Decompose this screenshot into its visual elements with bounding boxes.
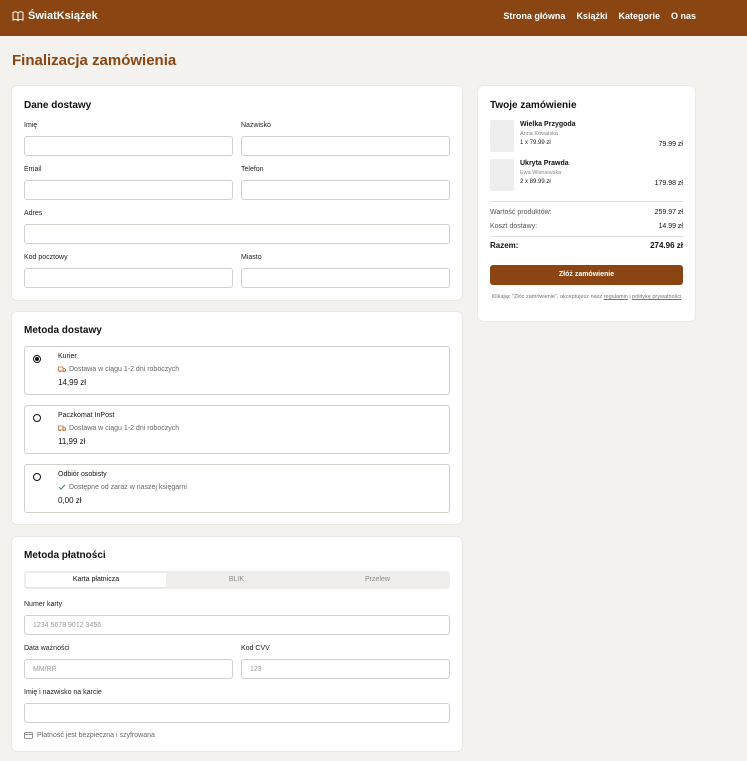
total-amount: 274.96 zł	[650, 241, 683, 250]
check-icon	[58, 484, 66, 490]
page-title: Finalizacja zamówienia	[12, 52, 177, 69]
first-name-input[interactable]	[24, 136, 233, 156]
book-icon	[12, 11, 24, 22]
shipping-option-desc-row: Dostępne od zaraz w naszej księgarni	[58, 483, 187, 491]
logo-text: ŚwiatKsiążek	[28, 10, 98, 22]
shipping-option-desc-row: Dostawa w ciągu 1-2 dni roboczych	[58, 365, 179, 373]
shipping-title: Metoda dostawy	[24, 325, 102, 336]
top-navbar: ŚwiatKsiążek Strona główna Książki Kateg…	[0, 0, 747, 36]
address-label: Adres	[24, 210, 43, 217]
shipping-option-pickup[interactable]: Odbiór osobisty Dostępne od zaraz w nasz…	[24, 464, 450, 513]
shipping-option-name: Odbiór osobisty	[58, 471, 107, 478]
nav-link-home[interactable]: Strona główna	[503, 11, 565, 21]
secure-note-text: Płatność jest bezpieczna i szyfrowana	[37, 732, 155, 739]
shipping-option-courier[interactable]: Kurier Dostawa w ciągu 1-2 dni roboczych…	[24, 346, 450, 395]
secure-payment-note: Płatność jest bezpieczna i szyfrowana	[24, 732, 155, 739]
truck-icon	[58, 425, 66, 432]
payment-title: Metoda płatności	[24, 550, 106, 561]
order-item-title: Wielka Przygoda	[520, 121, 576, 128]
shipping-option-price: 11,99 zł	[58, 437, 86, 446]
postal-code-input[interactable]	[24, 268, 233, 288]
phone-label: Telefon	[241, 166, 264, 173]
shipping-option-parcel-locker[interactable]: Paczkomat InPost Dostawa w ciągu 1-2 dni…	[24, 405, 450, 454]
last-name-input[interactable]	[241, 136, 450, 156]
products-value-amount: 259.97 zł	[654, 209, 683, 216]
truck-icon	[58, 366, 66, 373]
nav-link-books[interactable]: Książki	[576, 11, 607, 21]
shipping-cost-row: Koszt dostawy: 14.99 zł	[490, 223, 683, 230]
order-item-title: Ukryta Prawda	[520, 160, 569, 167]
site-logo[interactable]: ŚwiatKsiążek	[12, 10, 98, 22]
last-name-label: Nazwisko	[241, 122, 271, 129]
terms-and: i	[629, 294, 631, 300]
first-name-label: Imię	[24, 122, 38, 129]
card-number-label: Numer karty	[24, 601, 63, 608]
radio-unselected-icon[interactable]	[33, 414, 41, 422]
credit-card-icon	[24, 732, 33, 739]
email-label: Email	[24, 166, 42, 173]
cardholder-name-label: Imię i nazwisko na karcie	[24, 689, 102, 696]
order-item-price: 79.99 zł	[658, 141, 683, 148]
shipping-option-price: 0,00 zł	[58, 496, 82, 505]
order-title: Twoje zamówienie	[490, 100, 577, 111]
postal-code-label: Kod pocztowy	[24, 254, 68, 261]
order-summary-card: Twoje zamówienie Wielka Przygoda Anna Ko…	[478, 86, 695, 321]
shipping-option-desc: Dostępne od zaraz w naszej księgarni	[69, 483, 187, 491]
address-input[interactable]	[24, 224, 450, 244]
shipping-option-price: 14,99 zł	[58, 378, 87, 387]
summary-divider	[490, 236, 683, 237]
order-item-quantity: 1 x 79.99 zł	[520, 140, 551, 146]
products-value-label: Wartość produktów:	[490, 209, 552, 216]
total-row: Razem: 274.96 zł	[490, 241, 683, 250]
order-item-price: 179.98 zł	[654, 180, 683, 187]
radio-unselected-icon[interactable]	[33, 473, 41, 481]
shipping-option-desc: Dostawa w ciągu 1-2 dni roboczych	[69, 365, 180, 373]
tab-card[interactable]: Karta płatnicza	[26, 573, 166, 587]
shipping-option-desc: Dostawa w ciągu 1-2 dni roboczych	[69, 424, 180, 432]
summary-divider	[490, 201, 683, 202]
phone-input[interactable]	[241, 180, 450, 200]
shipping-cost-label: Koszt dostawy:	[490, 223, 538, 230]
total-label: Razem:	[490, 241, 519, 250]
order-item: Ukryta Prawda Ewa Wiśniewska 2 x 89.99 z…	[490, 159, 683, 191]
expiry-label: Data ważności	[24, 645, 70, 652]
order-item-author: Anna Kowalska	[520, 131, 558, 137]
cvv-input[interactable]: 123	[241, 659, 450, 679]
terms-note: Klikając "Złóż zamówienie", akceptujesz …	[490, 293, 683, 301]
place-order-button[interactable]: Złóż zamówienie	[490, 265, 683, 285]
shipping-card: Metoda dostawy Kurier Dostawa w ciągu 1-…	[12, 312, 462, 524]
order-item-quantity: 2 x 89.99 zł	[520, 179, 551, 185]
nav-link-categories[interactable]: Kategorie	[618, 11, 660, 21]
city-input[interactable]	[241, 268, 450, 288]
order-item: Wielka Przygoda Anna Kowalska 1 x 79.99 …	[490, 120, 683, 152]
city-label: Miasto	[241, 254, 262, 261]
tab-blik[interactable]: BLIK	[166, 573, 307, 587]
card-number-input[interactable]: 1234 5678 9012 3456	[24, 615, 450, 635]
main-nav: Strona główna Książki Kategorie O nas	[503, 11, 696, 21]
tab-transfer[interactable]: Przelew	[307, 573, 448, 587]
cvv-label: Kod CVV	[241, 645, 270, 652]
order-item-author: Ewa Wiśniewska	[520, 170, 562, 176]
email-input[interactable]	[24, 180, 233, 200]
expiry-input[interactable]: MM/RR	[24, 659, 233, 679]
products-value-row: Wartość produktów: 259.97 zł	[490, 209, 683, 216]
terms-prefix: Klikając "Złóż zamówienie", akceptujesz …	[491, 294, 603, 300]
delivery-title: Dane dostawy	[24, 100, 92, 111]
shipping-option-name: Kurier	[58, 353, 77, 360]
nav-link-about[interactable]: O nas	[671, 11, 696, 21]
radio-selected-icon[interactable]	[33, 355, 41, 363]
privacy-policy-link[interactable]: politykę prywatności	[632, 294, 681, 300]
cardholder-name-input[interactable]	[24, 703, 450, 723]
payment-card: Metoda płatności Karta płatnicza BLIK Pr…	[12, 537, 462, 751]
terms-link[interactable]: regulamin	[604, 294, 628, 300]
shipping-option-desc-row: Dostawa w ciągu 1-2 dni roboczych	[58, 424, 179, 432]
book-cover-thumbnail	[490, 120, 514, 152]
delivery-card: Dane dostawy Imię Nazwisko Email Telefon…	[12, 86, 462, 300]
payment-tabs: Karta płatnicza BLIK Przelew	[24, 571, 450, 589]
book-cover-thumbnail	[490, 159, 514, 191]
shipping-option-name: Paczkomat InPost	[58, 412, 115, 419]
shipping-cost-amount: 14.99 zł	[658, 223, 683, 230]
